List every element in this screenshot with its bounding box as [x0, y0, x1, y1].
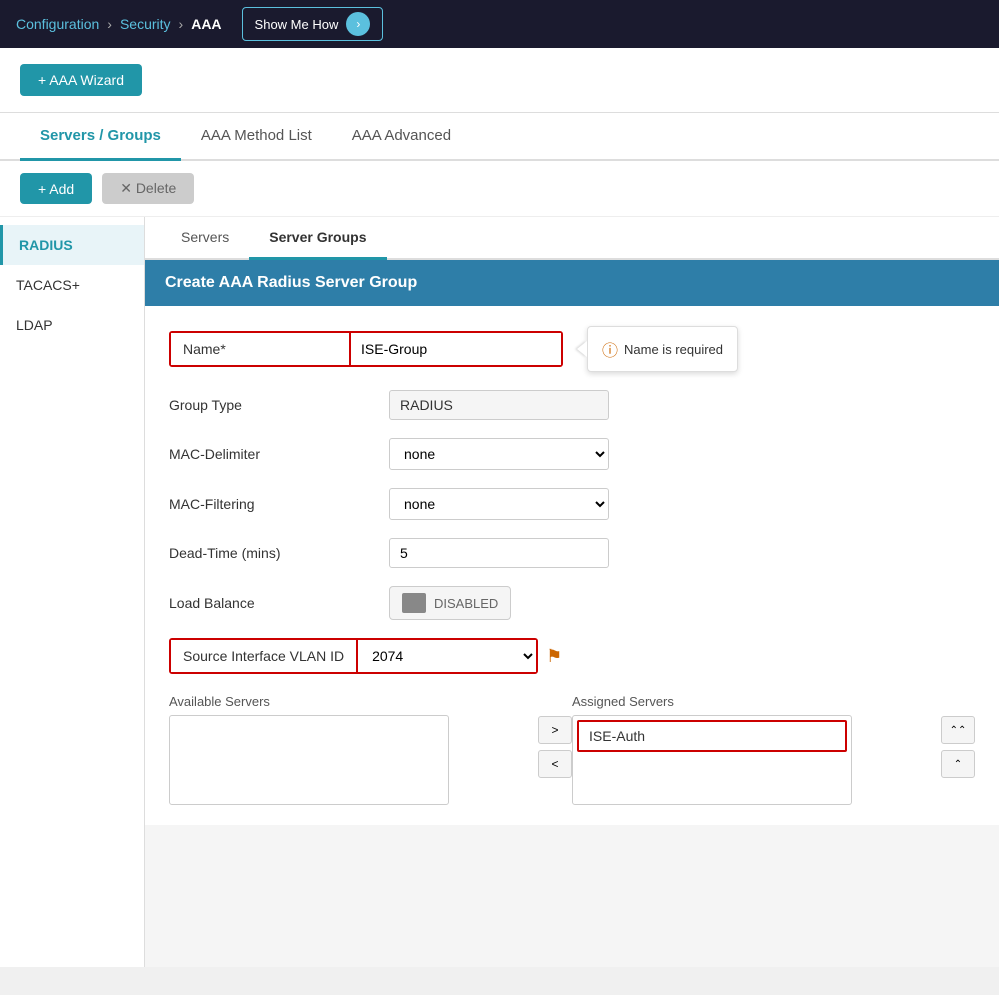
delete-button-label: ✕ Delete — [120, 180, 176, 197]
dialog-title: Create AAA Radius Server Group — [165, 274, 417, 291]
load-balance-row: Load Balance DISABLED — [169, 586, 975, 620]
name-input-cell — [351, 333, 561, 365]
right-panel: Servers Server Groups Create AAA Radius … — [145, 217, 999, 967]
tab-servers-groups[interactable]: Servers / Groups — [20, 113, 181, 161]
load-balance-label: Load Balance — [169, 595, 389, 611]
load-balance-toggle[interactable]: DISABLED — [389, 586, 511, 620]
assigned-servers-label: Assigned Servers — [572, 694, 941, 709]
name-label: Name* — [171, 333, 351, 365]
order-controls: ⌃⌃ ⌃ — [941, 716, 975, 778]
validation-tooltip: ⓘ Name is required — [587, 326, 738, 372]
group-type-row: Group Type — [169, 390, 975, 420]
action-bar: + Add ✕ Delete — [0, 161, 999, 217]
sidebar-item-tacacs[interactable]: TACACS+ — [0, 265, 144, 305]
mac-filtering-label: MAC-Filtering — [169, 496, 389, 512]
sidebar: RADIUS TACACS+ LDAP — [0, 217, 145, 967]
source-interface-label: Source Interface VLAN ID — [171, 640, 356, 672]
dead-time-input[interactable] — [389, 538, 609, 568]
create-server-group-dialog: Create AAA Radius Server Group Name* ⓘ — [145, 260, 999, 825]
name-input[interactable] — [351, 333, 561, 365]
source-interface-group: Source Interface VLAN ID 2074 1 100 — [169, 638, 538, 674]
load-balance-status: DISABLED — [434, 596, 498, 611]
sub-tab-servers[interactable]: Servers — [161, 217, 249, 260]
add-button-label: + Add — [38, 181, 74, 197]
validation-message: Name is required — [624, 342, 723, 357]
aaa-wizard-button[interactable]: + AAA Wizard — [20, 64, 142, 96]
tab-aaa-advanced[interactable]: AAA Advanced — [332, 113, 471, 161]
group-type-label: Group Type — [169, 397, 389, 413]
group-type-input — [389, 390, 609, 420]
available-servers-column: Available Servers — [169, 694, 538, 805]
mac-delimiter-row: MAC-Delimiter none colon hyphen — [169, 438, 975, 470]
delete-button[interactable]: ✕ Delete — [102, 173, 194, 204]
wizard-area: + AAA Wizard — [0, 48, 999, 113]
move-top-button[interactable]: ⌃⌃ — [941, 716, 975, 744]
tab-aaa-method-list[interactable]: AAA Method List — [181, 113, 332, 161]
dead-time-row: Dead-Time (mins) — [169, 538, 975, 568]
dead-time-label: Dead-Time (mins) — [169, 545, 389, 561]
top-navigation: Configuration › Security › AAA Show Me H… — [0, 0, 999, 48]
dialog-header: Create AAA Radius Server Group — [145, 260, 999, 306]
assigned-servers-list: ISE-Auth — [572, 715, 852, 805]
mac-delimiter-select[interactable]: none colon hyphen — [389, 438, 609, 470]
validation-icon: ⓘ — [602, 337, 618, 361]
show-me-how-arrow-icon: › — [346, 12, 370, 36]
nav-sep-2: › — [179, 16, 184, 32]
nav-security[interactable]: Security — [120, 16, 171, 32]
main-tabs: Servers / Groups AAA Method List AAA Adv… — [0, 113, 999, 161]
name-field-group: Name* — [169, 331, 563, 367]
assigned-server-item-ise-auth[interactable]: ISE-Auth — [577, 720, 847, 752]
source-interface-select[interactable]: 2074 1 100 — [356, 640, 536, 672]
tooltip-arrow — [577, 341, 587, 357]
mac-filtering-select[interactable]: none cisco — [389, 488, 609, 520]
available-servers-label: Available Servers — [169, 694, 538, 709]
nav-aaa: AAA — [191, 16, 221, 32]
source-interface-flag-icon: ⚑ — [546, 646, 562, 667]
add-button[interactable]: + Add — [20, 173, 92, 204]
move-up-button[interactable]: ⌃ — [941, 750, 975, 778]
toggle-square-icon — [402, 593, 426, 613]
available-servers-list — [169, 715, 449, 805]
content-area: RADIUS TACACS+ LDAP Servers Server Group… — [0, 217, 999, 967]
move-back-button[interactable]: < — [538, 750, 572, 778]
sub-tab-server-groups[interactable]: Server Groups — [249, 217, 386, 260]
transfer-controls: > < — [538, 716, 572, 778]
move-forward-button[interactable]: > — [538, 716, 572, 744]
servers-section: Available Servers > < Assigned Servers — [169, 694, 975, 805]
mac-delimiter-label: MAC-Delimiter — [169, 446, 389, 462]
wizard-button-label: + AAA Wizard — [38, 72, 124, 88]
sidebar-item-ldap[interactable]: LDAP — [0, 305, 144, 345]
sidebar-item-radius[interactable]: RADIUS — [0, 225, 144, 265]
dialog-body: Name* ⓘ Name is required — [145, 306, 999, 825]
assigned-servers-column: Assigned Servers ISE-Auth — [572, 694, 941, 805]
mac-filtering-row: MAC-Filtering none cisco — [169, 488, 975, 520]
nav-sep-1: › — [107, 16, 112, 32]
show-me-how-label: Show Me How — [255, 17, 339, 32]
nav-configuration[interactable]: Configuration — [16, 16, 99, 32]
sub-tabs: Servers Server Groups — [145, 217, 999, 260]
show-me-how-button[interactable]: Show Me How › — [242, 7, 384, 41]
